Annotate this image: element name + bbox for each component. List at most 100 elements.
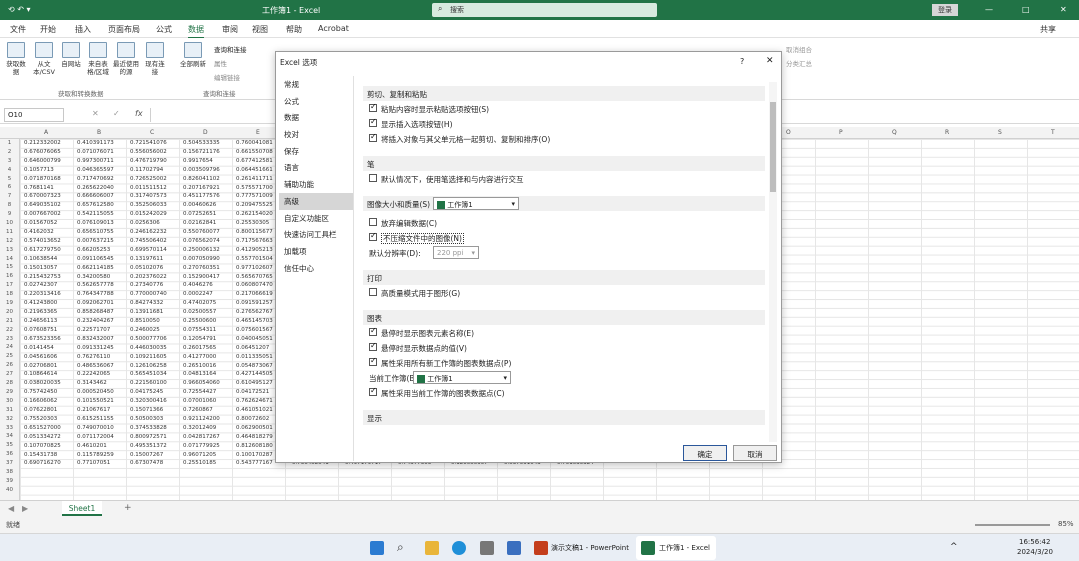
add-sheet-button[interactable]: + — [124, 503, 132, 513]
cell[interactable]: 0.202376022 — [130, 274, 167, 280]
cell[interactable]: 0.661550708 — [236, 149, 273, 155]
cell[interactable]: 0.076109013 — [77, 220, 114, 226]
nav-item[interactable]: 数据 — [279, 109, 353, 126]
current-workbook-dropdown[interactable]: 工作簿1 ▾ — [413, 371, 511, 384]
cell[interactable]: 0.656510755 — [77, 229, 114, 235]
cell[interactable]: 0.07252651 — [183, 211, 216, 217]
cell[interactable]: 0.657612580 — [77, 202, 114, 208]
column-header[interactable]: O — [786, 129, 791, 136]
cell[interactable]: 0.556056002 — [130, 149, 167, 155]
cell[interactable]: 0.77107051 — [77, 460, 110, 466]
cell[interactable]: 0.617279750 — [24, 247, 61, 253]
cell[interactable]: 0.015242029 — [130, 211, 167, 217]
option-paste-options[interactable]: 粘贴内容时显示粘贴选项按钮(S) — [363, 101, 765, 116]
column-header[interactable]: S — [998, 129, 1002, 136]
column-header[interactable]: D — [203, 129, 208, 136]
option-chart-current[interactable]: 属性采用当前工作簿的图表数据点(C) — [363, 385, 765, 400]
cell[interactable]: 0.115789259 — [77, 452, 114, 458]
cell[interactable]: 0.966054060 — [183, 380, 220, 386]
cell[interactable]: 0.9917654 — [183, 158, 213, 164]
nav-item[interactable]: 加载项 — [279, 243, 353, 260]
cell[interactable]: 0.22571707 — [77, 327, 110, 333]
row-header[interactable]: 30 — [0, 397, 19, 406]
cell[interactable]: 0.246162232 — [130, 229, 167, 235]
option-chart-all-workbooks[interactable]: 属性采用所有新工作簿的图表数据点(P) — [363, 355, 765, 370]
cell[interactable]: 0.221560100 — [130, 380, 167, 386]
row-header[interactable]: 7 — [0, 192, 19, 201]
cell[interactable]: 0.374533828 — [130, 425, 167, 431]
row-header[interactable]: 3 — [0, 157, 19, 166]
cell[interactable]: 0.091591257 — [236, 300, 273, 306]
cell[interactable]: 0.3143462 — [77, 380, 107, 386]
cell[interactable]: 0.25530305 — [236, 220, 269, 226]
cell[interactable]: 0.67307478 — [130, 460, 163, 466]
cell[interactable]: 0.32012409 — [183, 425, 216, 431]
cell[interactable]: 0.270760351 — [183, 265, 220, 271]
powerpoint-task[interactable]: 演示文稿1 - PowerPoint — [551, 543, 629, 553]
cell[interactable]: 0.495351372 — [130, 443, 167, 449]
row-header[interactable]: 36 — [0, 450, 19, 459]
row-header[interactable]: 20 — [0, 308, 19, 317]
row-header[interactable]: 34 — [0, 432, 19, 441]
row-header[interactable]: 22 — [0, 326, 19, 335]
cell[interactable]: 0.75520303 — [24, 416, 57, 422]
cell[interactable]: 0.02500557 — [183, 309, 216, 315]
app2-icon[interactable] — [507, 541, 521, 555]
cell[interactable]: 0.011335051 — [236, 354, 273, 360]
cell[interactable]: 0.10638544 — [24, 256, 57, 262]
cell[interactable]: 0.101550521 — [77, 398, 114, 404]
cell[interactable]: 0.02706801 — [24, 363, 57, 369]
cell[interactable]: 0.446030035 — [130, 345, 167, 351]
row-header[interactable]: 9 — [0, 210, 19, 219]
cell[interactable]: 0.06451207 — [236, 345, 269, 351]
cell[interactable]: 0.84274332 — [130, 300, 163, 306]
cell[interactable]: 0.726525002 — [130, 176, 167, 182]
nav-item[interactable]: 辅助功能 — [279, 176, 353, 193]
cell[interactable]: 0.649035102 — [24, 202, 61, 208]
cell[interactable]: 0.749070010 — [77, 425, 114, 431]
option-insert-options[interactable]: 显示插入选项按钮(H) — [363, 116, 765, 131]
cell[interactable]: 0.41243800 — [24, 300, 57, 306]
next-sheet-icon[interactable]: ▶ — [22, 504, 28, 513]
cell[interactable]: 0.22242065 — [77, 371, 110, 377]
checkbox[interactable] — [369, 341, 377, 351]
prev-sheet-icon[interactable]: ◀ — [8, 504, 14, 513]
cell[interactable]: 0.565451034 — [130, 371, 167, 377]
tab-review[interactable]: 审阅 — [222, 24, 238, 35]
cell[interactable]: 0.04172521 — [236, 389, 269, 395]
cell[interactable]: 0.15071366 — [130, 407, 163, 413]
clock-date[interactable]: 2024/3/20 — [1017, 548, 1053, 556]
cell[interactable]: 0.7681141 — [24, 185, 54, 191]
cell[interactable]: 0.276562767 — [236, 309, 273, 315]
tab-view[interactable]: 视图 — [252, 24, 268, 35]
cell[interactable]: 0.76276110 — [77, 354, 110, 360]
row-header[interactable]: 1 — [0, 139, 19, 148]
column-header[interactable]: A — [44, 129, 48, 136]
image-workbook-dropdown[interactable]: 工作簿1 ▾ — [433, 197, 519, 210]
row-header[interactable]: 28 — [0, 379, 19, 388]
nav-item[interactable]: 校对 — [279, 126, 353, 143]
cell[interactable]: 0.01567052 — [24, 220, 57, 226]
cell[interactable]: 0.04813164 — [183, 371, 216, 377]
cell[interactable]: 0.21067617 — [77, 407, 110, 413]
cell[interactable]: 0.007667002 — [24, 211, 61, 217]
row-header[interactable]: 18 — [0, 290, 19, 299]
file-explorer-icon[interactable] — [425, 541, 439, 555]
cell[interactable]: 0.038020035 — [24, 380, 61, 386]
cell[interactable]: 0.04175245 — [130, 389, 163, 395]
cell[interactable]: 0.677412581 — [236, 158, 273, 164]
edge-icon[interactable] — [452, 541, 466, 555]
nav-item[interactable]: 常规 — [279, 76, 353, 93]
ungroup-button[interactable]: 取消组合 — [786, 44, 812, 54]
cell[interactable]: 0.091106545 — [77, 256, 114, 262]
cell[interactable]: 0.16606062 — [24, 398, 57, 404]
cell[interactable]: 0.812608180 — [236, 443, 273, 449]
cell[interactable]: 0.207167921 — [183, 185, 220, 191]
tab-insert[interactable]: 插入 — [75, 24, 91, 35]
option-pen-select[interactable]: 默认情况下，使用笔选择和与内容进行交互 — [363, 171, 765, 186]
cell[interactable]: 0.10864614 — [24, 371, 57, 377]
cell[interactable]: 0.562657778 — [77, 282, 114, 288]
existing-connections-button[interactable]: 现有连接 — [144, 42, 166, 76]
queries-connections-button[interactable]: 查询和连接 — [214, 44, 247, 54]
cell[interactable]: 0.100170287 — [236, 452, 273, 458]
